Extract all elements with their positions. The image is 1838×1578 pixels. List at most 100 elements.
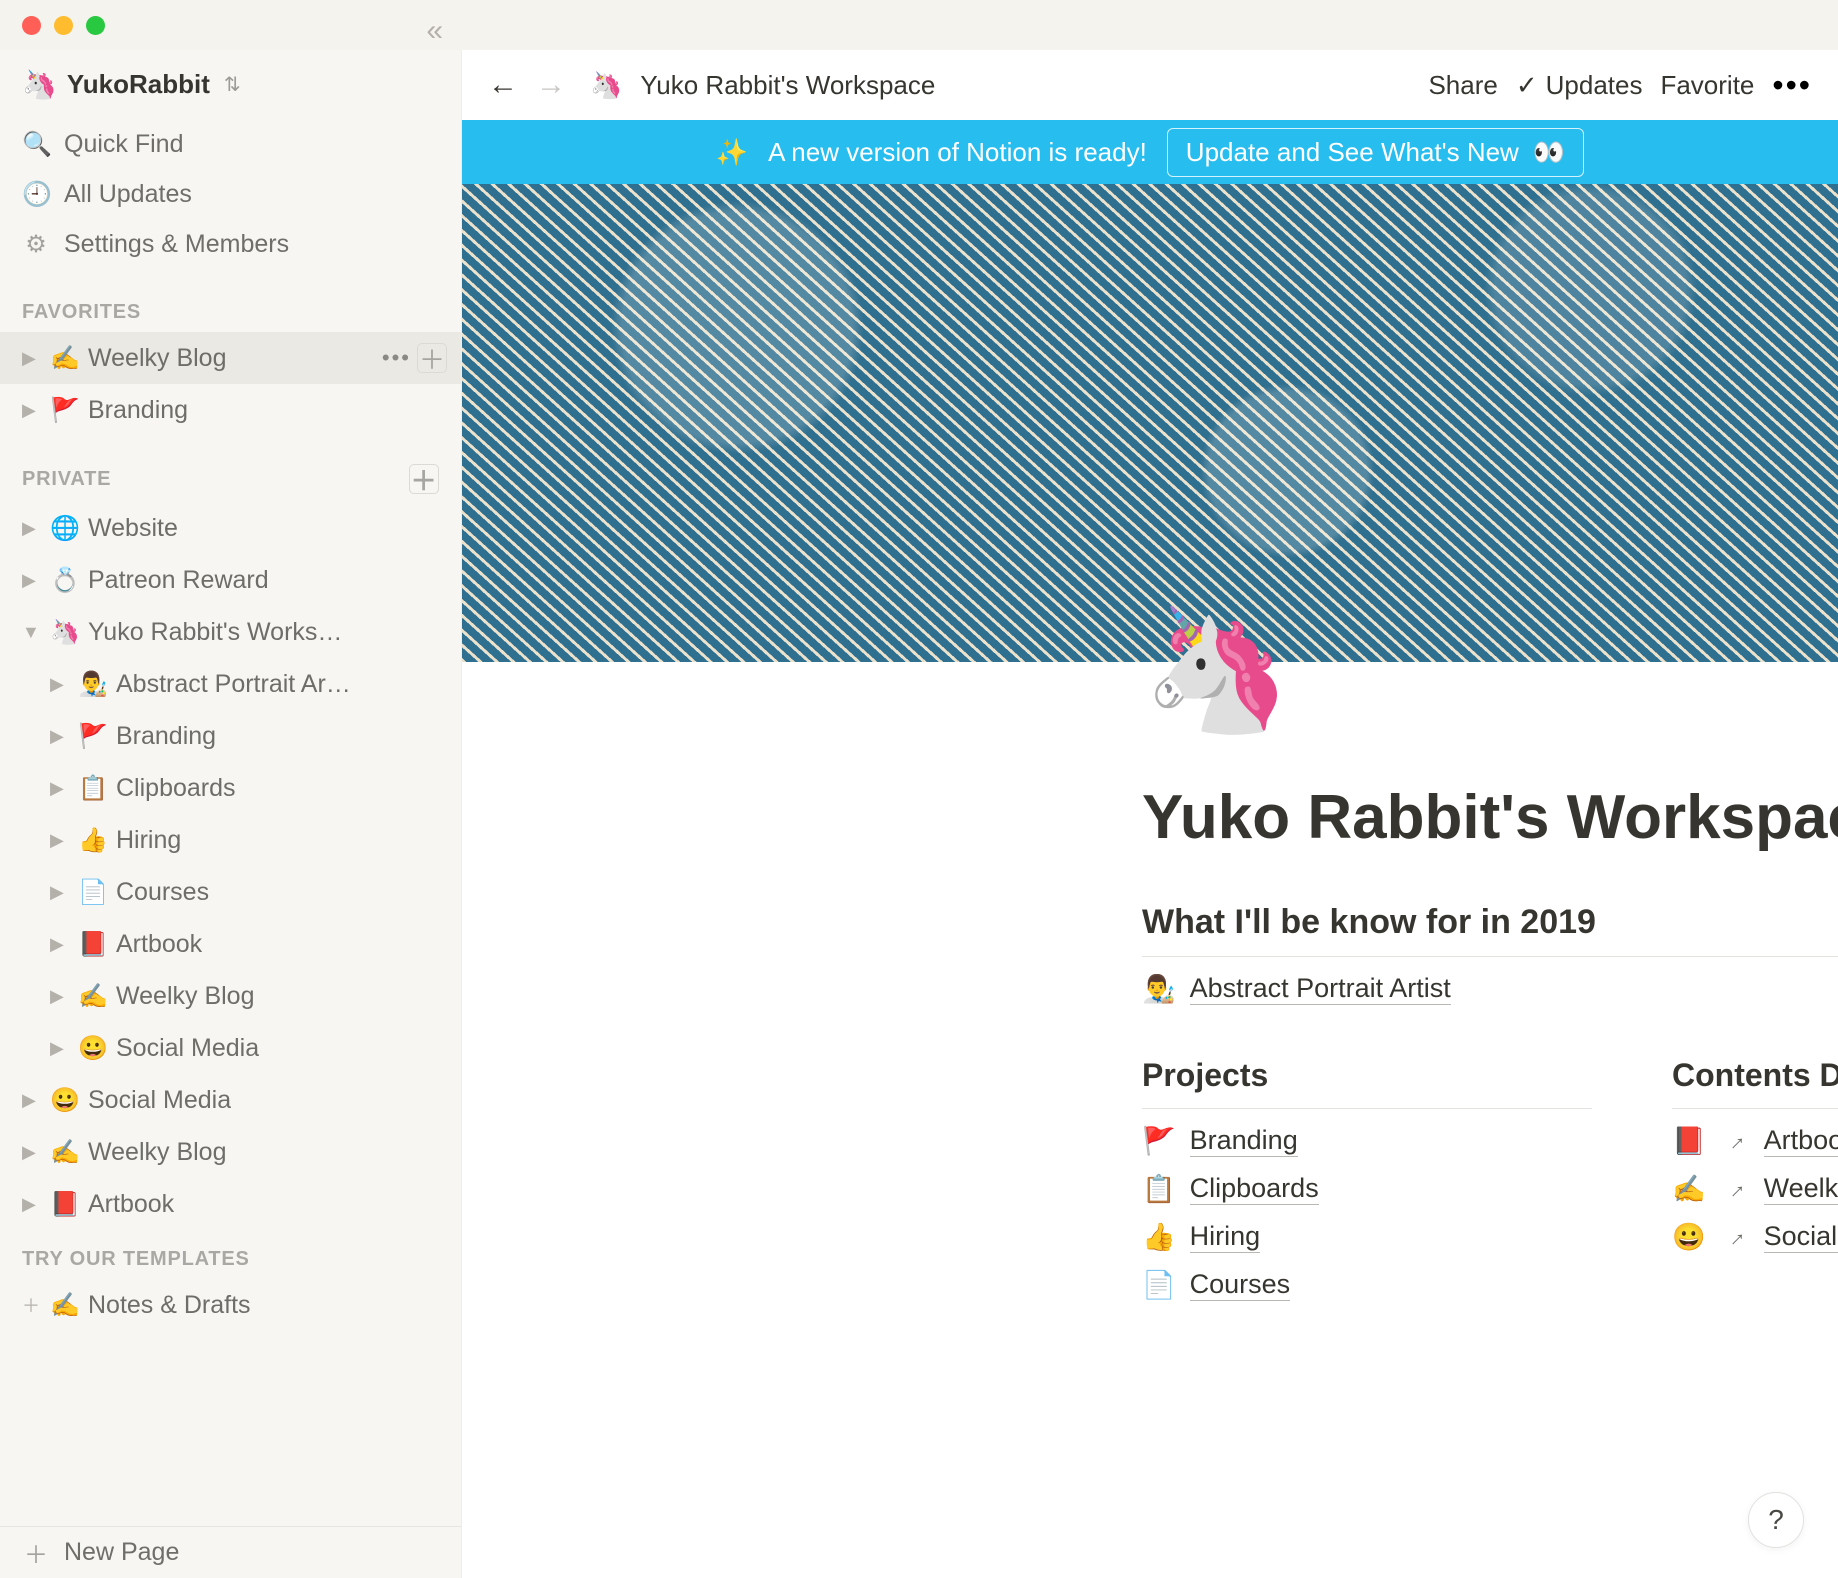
nav-forward-icon[interactable]: → — [536, 68, 566, 102]
chevron-right-icon[interactable]: ▶ — [50, 1038, 70, 1059]
favorite-button[interactable]: Favorite — [1660, 70, 1754, 101]
check-icon: ✓ — [1516, 70, 1538, 101]
sidebar-item-weekly-blog-top[interactable]: ▶ ✍️ Weelky Blog — [0, 1126, 461, 1178]
sidebar-item-label: Branding — [88, 396, 188, 425]
contents-heading[interactable]: Contents Dashboard — [1672, 1057, 1838, 1094]
sidebar-item-artbook-top[interactable]: ▶ 📕 Artbook — [0, 1178, 461, 1230]
workspace-icon: 🦄 — [22, 68, 57, 101]
content-link-artbook[interactable]: 📕 → Artbook — [1672, 1125, 1838, 1157]
collapse-sidebar-icon[interactable]: « — [426, 14, 443, 48]
sidebar-item-label: Patreon Reward — [88, 566, 269, 595]
project-link-clipboards[interactable]: 📋 Clipboards — [1142, 1173, 1592, 1205]
page-cover[interactable]: 🦄 — [462, 184, 1838, 662]
workspace-switcher[interactable]: 🦄 YukoRabbit ⇅ — [0, 60, 461, 119]
search-icon: 🔍 — [22, 130, 50, 159]
help-button[interactable]: ? — [1748, 1492, 1804, 1548]
clock-icon: 🕘 — [22, 180, 50, 209]
maximize-window-button[interactable] — [86, 16, 105, 35]
page-subtitle[interactable]: What I'll be know for in 2019 — [1142, 903, 1838, 942]
sidebar-item-notes-drafts[interactable]: ＋ ✍️ Notes & Drafts — [0, 1279, 461, 1331]
projects-column: Projects 🚩 Branding 📋 Clipboards 👍 — [1142, 1039, 1592, 1317]
chevron-right-icon[interactable]: ▶ — [50, 882, 70, 903]
more-icon[interactable]: ••• — [382, 345, 411, 371]
writing-icon: ✍️ — [50, 344, 80, 373]
feature-link-label: Abstract Portrait Artist — [1190, 973, 1451, 1005]
chevron-right-icon[interactable]: ▶ — [22, 400, 42, 421]
writing-icon: ✍️ — [1672, 1173, 1706, 1205]
settings-label: Settings & Members — [64, 230, 289, 259]
writing-icon: ✍️ — [78, 982, 108, 1011]
gear-icon: ⚙ — [22, 230, 50, 259]
sidebar-item-social-media[interactable]: ▶ 😀 Social Media — [0, 1022, 461, 1074]
project-link-branding[interactable]: 🚩 Branding — [1142, 1125, 1592, 1157]
share-button[interactable]: Share — [1428, 70, 1497, 101]
chevron-right-icon[interactable]: ▶ — [22, 518, 42, 539]
more-icon[interactable]: ••• — [1772, 67, 1812, 104]
project-link-courses[interactable]: 📄 Courses — [1142, 1269, 1592, 1301]
chevron-right-icon[interactable]: ▶ — [50, 778, 70, 799]
add-page-icon[interactable]: ＋ — [409, 464, 439, 494]
sidebar-item-courses[interactable]: ▶ 📄 Courses — [0, 866, 461, 918]
sidebar-item-branding[interactable]: ▶ 🚩 Branding — [0, 710, 461, 762]
templates-section-label: TRY OUR TEMPLATES — [0, 1230, 461, 1279]
sidebar-item-social-media-top[interactable]: ▶ 😀 Social Media — [0, 1074, 461, 1126]
chevron-right-icon[interactable]: ▶ — [22, 1142, 42, 1163]
divider — [1672, 1108, 1838, 1109]
page-emoji-icon[interactable]: 🦄 — [1142, 610, 1291, 730]
sidebar-item-weekly-blog[interactable]: ▶ ✍️ Weelky Blog — [0, 970, 461, 1022]
window-titlebar — [0, 0, 1838, 50]
content-link-weekly-blog[interactable]: ✍️ → Weelky Blog — [1672, 1173, 1838, 1205]
projects-heading[interactable]: Projects — [1142, 1057, 1592, 1094]
ring-icon: 💍 — [50, 566, 80, 595]
sidebar-item-clipboards[interactable]: ▶ 📋 Clipboards — [0, 762, 461, 814]
globe-icon: 🌐 — [50, 514, 80, 543]
book-icon: 📕 — [1672, 1125, 1706, 1157]
sidebar-item-hiring[interactable]: ▶ 👍 Hiring — [0, 814, 461, 866]
sidebar-item-label: Social Media — [116, 1034, 259, 1063]
sidebar-item-artbook[interactable]: ▶ 📕 Artbook — [0, 918, 461, 970]
content-link-social-media[interactable]: 😀 → Social Media — [1672, 1221, 1838, 1253]
banner-text: A new version of Notion is ready! — [768, 137, 1147, 168]
sidebar-item-abstract-portrait[interactable]: ▶ 👨‍🎨 Abstract Portrait Ar… — [0, 658, 461, 710]
chevron-right-icon[interactable]: ▶ — [50, 986, 70, 1007]
chevron-right-icon[interactable]: ▶ — [50, 830, 70, 851]
sidebar-item-label: Weelky Blog — [88, 344, 227, 373]
chevron-right-icon[interactable]: ▶ — [50, 674, 70, 695]
feature-link[interactable]: 👨‍🎨 Abstract Portrait Artist — [1142, 973, 1838, 1005]
new-page-button[interactable]: ＋ New Page — [0, 1527, 461, 1578]
add-page-icon[interactable]: ＋ — [417, 343, 447, 373]
sidebar-item-label: Courses — [116, 878, 209, 907]
chevron-right-icon[interactable]: ▶ — [50, 934, 70, 955]
sidebar-item-label: Notes & Drafts — [88, 1291, 251, 1320]
chevron-right-icon[interactable]: ▶ — [50, 726, 70, 747]
sidebar-item-label: Abstract Portrait Ar… — [116, 670, 351, 699]
quick-find-button[interactable]: 🔍 Quick Find — [0, 119, 461, 169]
sidebar-item-weekly-blog-fav[interactable]: ▶ ✍️ Weelky Blog ••• ＋ — [0, 332, 461, 384]
sidebar-item-label: Website — [88, 514, 178, 543]
settings-button[interactable]: ⚙ Settings & Members — [0, 219, 461, 269]
sidebar-item-workspace[interactable]: ▼ 🦄 Yuko Rabbit's Works… — [0, 606, 461, 658]
project-link-hiring[interactable]: 👍 Hiring — [1142, 1221, 1592, 1253]
sidebar-item-patreon[interactable]: ▶ 💍 Patreon Reward — [0, 554, 461, 606]
chevron-right-icon[interactable]: ▶ — [22, 348, 42, 369]
chevron-right-icon[interactable]: ▶ — [22, 570, 42, 591]
sparkle-icon: ✨ — [716, 137, 748, 168]
arrow-link-icon: → — [1718, 1172, 1752, 1206]
updates-button[interactable]: ✓ Updates — [1516, 70, 1643, 101]
artist-icon: 👨‍🎨 — [78, 670, 108, 699]
sidebar-item-branding-fav[interactable]: ▶ 🚩 Branding — [0, 384, 461, 436]
arrow-link-icon: → — [1718, 1220, 1752, 1254]
nav-back-icon[interactable]: ← — [488, 68, 518, 102]
breadcrumb[interactable]: Yuko Rabbit's Workspace — [640, 70, 935, 101]
all-updates-button[interactable]: 🕘 All Updates — [0, 169, 461, 219]
page-icon: 📄 — [1142, 1269, 1176, 1301]
page-title[interactable]: Yuko Rabbit's Workspace — [1142, 782, 1838, 853]
close-window-button[interactable] — [22, 16, 41, 35]
minimize-window-button[interactable] — [54, 16, 73, 35]
sidebar-item-website[interactable]: ▶ 🌐 Website — [0, 502, 461, 554]
chevron-right-icon[interactable]: ▶ — [22, 1194, 42, 1215]
update-button[interactable]: Update and See What's New 👀 — [1167, 128, 1584, 177]
clipboard-icon: 📋 — [78, 774, 108, 803]
chevron-right-icon[interactable]: ▶ — [22, 1090, 42, 1111]
chevron-down-icon[interactable]: ▼ — [22, 622, 42, 643]
